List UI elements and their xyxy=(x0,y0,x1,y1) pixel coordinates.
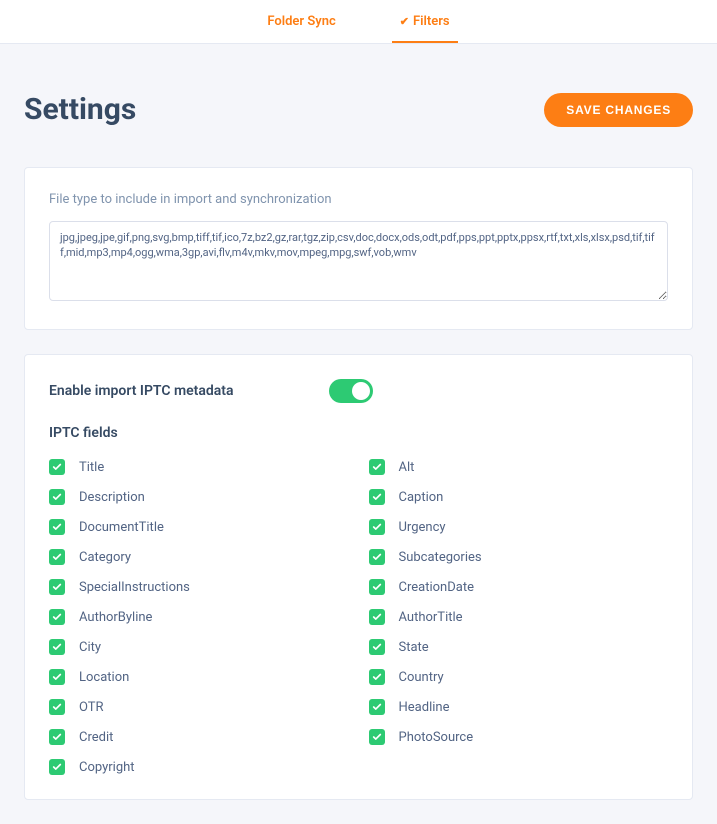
iptc-field-location: Location xyxy=(49,669,349,685)
iptc-fields-col2: Alt Caption Urgency Subcategories CreationDa… xyxy=(369,459,669,775)
iptc-field-otr: OTR xyxy=(49,699,349,715)
tab-filters[interactable]: ✔ Filters xyxy=(392,0,458,43)
iptc-field-label: Urgency xyxy=(399,520,446,535)
iptc-field-label: Category xyxy=(79,550,131,565)
iptc-card: Enable import IPTC metadata IPTC fields … xyxy=(24,354,693,800)
checkbox-location[interactable] xyxy=(49,669,65,685)
iptc-field-label: Country xyxy=(399,670,444,685)
iptc-field-urgency: Urgency xyxy=(369,519,669,535)
iptc-fields-col1: Title Description DocumentTitle Category Spe… xyxy=(49,459,349,775)
checkbox-category[interactable] xyxy=(49,549,65,565)
iptc-toggle-row: Enable import IPTC metadata xyxy=(49,379,668,403)
checkbox-copyright[interactable] xyxy=(49,759,65,775)
iptc-field-label: Caption xyxy=(399,490,444,505)
iptc-toggle-label: Enable import IPTC metadata xyxy=(49,383,329,399)
iptc-field-label: CreationDate xyxy=(399,580,474,595)
tabs-bar: Folder Sync ✔ Filters xyxy=(0,0,717,44)
checkbox-urgency[interactable] xyxy=(369,519,385,535)
header-row: Settings SAVE CHANGES xyxy=(24,92,693,127)
toggle-knob xyxy=(352,382,370,400)
iptc-field-authortitle: AuthorTitle xyxy=(369,609,669,625)
iptc-field-category: Category xyxy=(49,549,349,565)
filetype-card: File type to include in import and synch… xyxy=(24,167,693,330)
iptc-field-specialinstructions: SpecialInstructions xyxy=(49,579,349,595)
iptc-field-headline: Headline xyxy=(369,699,669,715)
tab-filters-label: Filters xyxy=(413,14,450,29)
checkbox-creationdate[interactable] xyxy=(369,579,385,595)
iptc-field-label: AuthorTitle xyxy=(399,610,463,625)
iptc-field-authorbyline: AuthorByline xyxy=(49,609,349,625)
checkbox-description[interactable] xyxy=(49,489,65,505)
iptc-field-copyright: Copyright xyxy=(49,759,349,775)
checkbox-alt[interactable] xyxy=(369,459,385,475)
checkbox-credit[interactable] xyxy=(49,729,65,745)
iptc-field-label: DocumentTitle xyxy=(79,520,164,535)
iptc-field-label: Location xyxy=(79,670,129,685)
iptc-field-alt: Alt xyxy=(369,459,669,475)
filetype-label: File type to include in import and synch… xyxy=(49,192,668,207)
iptc-field-label: Subcategories xyxy=(399,550,482,565)
checkbox-otr[interactable] xyxy=(49,699,65,715)
iptc-field-title: Title xyxy=(49,459,349,475)
checkbox-caption[interactable] xyxy=(369,489,385,505)
iptc-field-documenttitle: DocumentTitle xyxy=(49,519,349,535)
iptc-field-label: City xyxy=(79,640,101,655)
iptc-field-photosource: PhotoSource xyxy=(369,729,669,745)
iptc-field-label: OTR xyxy=(79,700,104,715)
iptc-field-state: State xyxy=(369,639,669,655)
iptc-field-label: Copyright xyxy=(79,760,135,775)
checkbox-authortitle[interactable] xyxy=(369,609,385,625)
page-body: Settings SAVE CHANGES File type to inclu… xyxy=(0,44,717,824)
checkbox-country[interactable] xyxy=(369,669,385,685)
iptc-field-country: Country xyxy=(369,669,669,685)
iptc-field-label: AuthorByline xyxy=(79,610,152,625)
checkbox-state[interactable] xyxy=(369,639,385,655)
iptc-field-label: PhotoSource xyxy=(399,730,474,745)
iptc-field-city: City xyxy=(49,639,349,655)
iptc-field-label: Alt xyxy=(399,460,415,475)
iptc-field-caption: Caption xyxy=(369,489,669,505)
iptc-field-description: Description xyxy=(49,489,349,505)
iptc-field-label: State xyxy=(399,640,429,655)
save-button[interactable]: SAVE CHANGES xyxy=(544,93,693,127)
iptc-field-label: Description xyxy=(79,490,145,505)
filetype-input[interactable] xyxy=(49,221,668,301)
tab-folder-sync[interactable]: Folder Sync xyxy=(259,0,343,43)
page-title: Settings xyxy=(24,92,136,127)
iptc-field-subcategories: Subcategories xyxy=(369,549,669,565)
checkbox-city[interactable] xyxy=(49,639,65,655)
check-icon: ✔ xyxy=(400,15,409,28)
iptc-fields-grid: Title Description DocumentTitle Category Spe… xyxy=(49,459,668,775)
iptc-field-label: SpecialInstructions xyxy=(79,580,190,595)
iptc-toggle[interactable] xyxy=(329,379,373,403)
checkbox-documenttitle[interactable] xyxy=(49,519,65,535)
iptc-field-credit: Credit xyxy=(49,729,349,745)
checkbox-subcategories[interactable] xyxy=(369,549,385,565)
checkbox-headline[interactable] xyxy=(369,699,385,715)
iptc-field-label: Headline xyxy=(399,700,450,715)
checkbox-title[interactable] xyxy=(49,459,65,475)
iptc-field-label: Title xyxy=(79,460,104,475)
iptc-field-creationdate: CreationDate xyxy=(369,579,669,595)
checkbox-authorbyline[interactable] xyxy=(49,609,65,625)
iptc-fields-heading: IPTC fields xyxy=(49,425,668,441)
checkbox-specialinstructions[interactable] xyxy=(49,579,65,595)
checkbox-photosource[interactable] xyxy=(369,729,385,745)
iptc-field-label: Credit xyxy=(79,730,113,745)
tab-folder-sync-label: Folder Sync xyxy=(267,14,335,29)
